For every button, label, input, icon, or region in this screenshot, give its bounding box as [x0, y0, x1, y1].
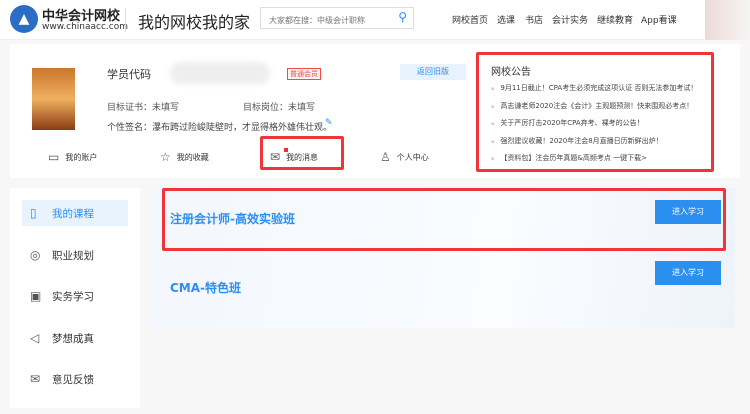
sidebar-item-practice[interactable]: ▣ 实务学习 — [22, 283, 128, 309]
logo-icon[interactable]: ▲ — [10, 5, 38, 33]
sidebar-item-my-courses[interactable]: ▯ 我的课程 — [22, 200, 128, 226]
screen-icon: ▣ — [30, 289, 42, 303]
student-id-label: 学员代码 — [107, 68, 151, 81]
highlight-box — [260, 136, 344, 170]
tab-label: 我的账户 — [65, 152, 98, 162]
nav-courses[interactable]: 选课 — [497, 13, 515, 26]
logo-url: www.chinaacc.com — [42, 22, 128, 32]
nav-continuing-edu[interactable]: 继续教育 — [597, 13, 633, 26]
sidebar-label: 梦想成真 — [52, 332, 94, 345]
search-input[interactable] — [261, 10, 381, 31]
tab-label: 我的收藏 — [176, 152, 209, 162]
sidebar-label: 意见反馈 — [52, 373, 94, 386]
mail-icon: ✉ — [30, 372, 41, 386]
tab-label: 个人中心 — [396, 152, 429, 162]
signature: 个性签名：瀑布跨过险峻陡壁时，才显得格外雄伟壮观。 — [107, 123, 333, 133]
announcement-item[interactable]: 【资料包】注会历年真题&高频考点 一键下载> — [491, 153, 697, 171]
nav-home[interactable]: 网校首页 — [452, 13, 488, 26]
highlight-box — [162, 188, 726, 251]
avatar[interactable] — [32, 68, 75, 130]
announcement-item[interactable]: 关于严厉打击2020年CPA弃考、裸考的公告！ — [491, 118, 697, 136]
course-card: CMA-特色班 进入学习 — [152, 257, 735, 328]
sidebar-item-career[interactable]: ◎ 职业规划 — [22, 242, 128, 268]
search-icon[interactable]: ⚲ — [398, 10, 407, 24]
target-post: 目标岗位：未填写 — [243, 103, 316, 113]
book-icon: ▯ — [30, 206, 37, 220]
sidebar-item-dream[interactable]: ◁ 梦想成真 — [22, 325, 128, 351]
pulse-icon: ◎ — [30, 248, 41, 262]
paper-plane-icon: ◁ — [30, 331, 40, 345]
enter-study-button[interactable]: 进入学习 — [655, 261, 721, 285]
sidebar-label: 实务学习 — [52, 290, 94, 303]
target-cert: 目标证书：未填写 — [107, 103, 180, 113]
tab-favorites[interactable]: ☆ 我的收藏 — [160, 150, 209, 164]
announcement-panel: 网校公告 9月11日截止！CPA考生必须完成这项认证 否则无法参加考试！ 高志谦… — [476, 52, 714, 172]
sidebar-item-feedback[interactable]: ✉ 意见反馈 — [22, 366, 128, 392]
user-icon: ♙ — [380, 150, 391, 164]
announcement-title: 网校公告 — [491, 67, 531, 78]
redacted-id — [170, 62, 270, 84]
nav-bookstore[interactable]: 书店 — [525, 13, 543, 26]
announcement-item[interactable]: 9月11日截止！CPA考生必须完成这项认证 否则无法参加考试！ — [491, 83, 697, 101]
member-badge: 普通会员 — [287, 68, 321, 80]
old-version-button[interactable]: 返回旧版 — [400, 64, 466, 80]
search-box: ⚲ — [260, 7, 414, 31]
course-title[interactable]: CMA-特色班 — [170, 279, 241, 296]
divider — [125, 8, 126, 32]
sidebar-label: 我的课程 — [52, 207, 94, 220]
sidebar-label: 职业规划 — [52, 249, 94, 262]
announcement-item[interactable]: 强烈建议收藏！2020年注会8月直播日历新鲜出炉！ — [491, 136, 697, 154]
star-icon: ☆ — [160, 150, 171, 164]
nav-accounting[interactable]: 会计实务 — [552, 13, 588, 26]
tab-account[interactable]: ▭ 我的账户 — [48, 150, 97, 164]
page-title: 我的网校我的家 — [138, 13, 251, 32]
wallet-icon: ▭ — [48, 150, 60, 164]
edit-icon[interactable]: ✎ — [325, 118, 333, 128]
user-avatar-blurred[interactable] — [705, 0, 750, 40]
nav-app[interactable]: App看课 — [641, 13, 677, 26]
tab-personal[interactable]: ♙ 个人中心 — [380, 150, 429, 164]
announcement-item[interactable]: 高志谦老师2020注会《会计》主观题预测！快来围观必考点！ — [491, 101, 697, 119]
